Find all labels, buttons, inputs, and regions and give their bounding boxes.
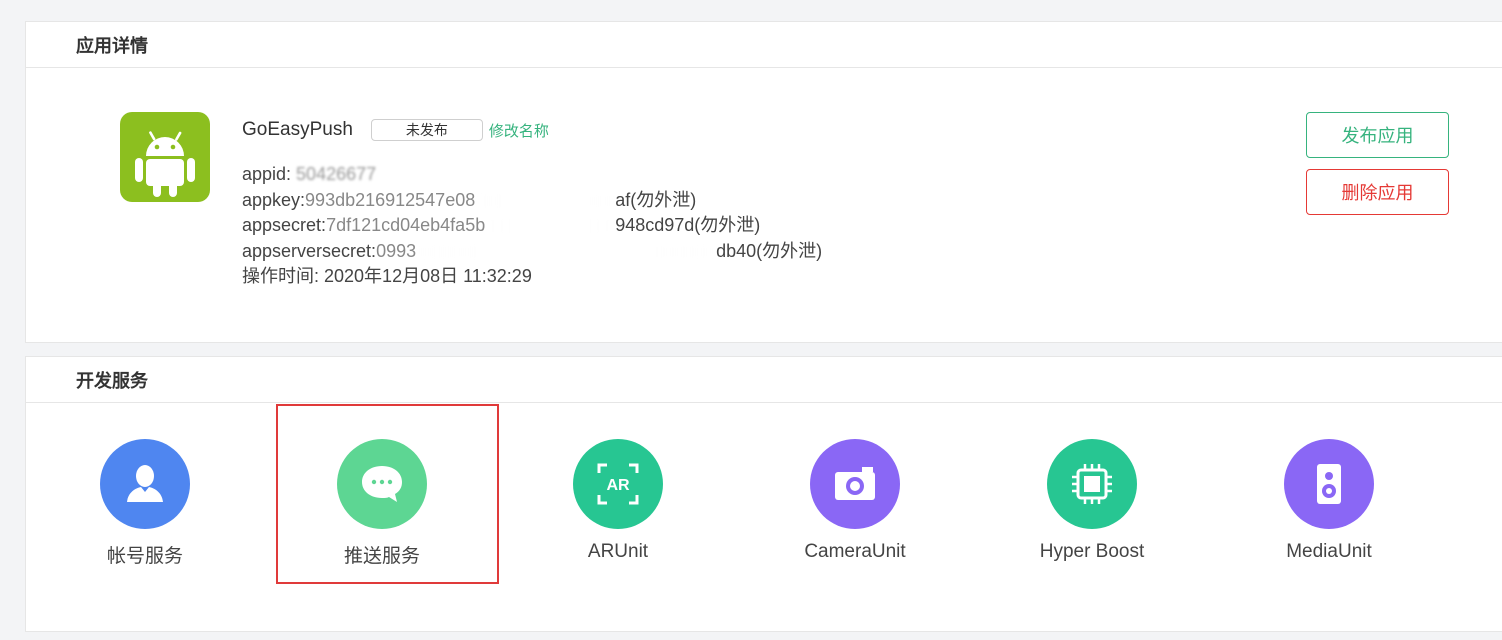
service-label: Hyper Boost (1039, 541, 1145, 562)
appsecret-label: appsecret: (242, 215, 327, 235)
appsecret-line: appsecret:7df121cd04eb4fa5b 948cd97d(勿外泄) (242, 213, 822, 239)
service-label: 推送服务 (343, 546, 420, 567)
appkey-label: appkey: (242, 189, 306, 210)
operation-time-line: 操作时间: 2020年12月08日 11:32:29 (242, 264, 822, 290)
appsecret-visible-end: 948cd97d (615, 215, 695, 235)
dev-services-panel: 开发服务 帐号服务 推送服务 AR ARUnit CameraUnit Hype… (25, 356, 1502, 632)
service-arunit[interactable]: AR ARUnit (528, 439, 708, 563)
operation-time-value: 2020年12月08日 11:32:29 (324, 266, 532, 286)
service-label: MediaUnit (1286, 541, 1372, 562)
appkey-visible-end: af (615, 189, 631, 210)
appsecret-redaction (485, 219, 616, 234)
service-label: 帐号服务 (106, 546, 183, 567)
appserversecret-line: appserversecret:0993 db40(勿外泄) (242, 239, 822, 265)
app-credentials: appid: 50426677 appkey:993db216912547e08… (242, 162, 822, 290)
android-app-icon (120, 112, 210, 202)
app-detail-title: 应用详情 (26, 22, 1502, 68)
appkey-visible-start: 993db216912547e08 (305, 189, 476, 210)
chat-bubble-icon (337, 439, 427, 529)
svg-text:AR: AR (606, 477, 630, 494)
service-mediaunit[interactable]: MediaUnit (1239, 439, 1419, 563)
appserversecret-redaction (416, 244, 717, 259)
chip-icon (1047, 439, 1137, 529)
service-push[interactable]: 推送服务 (292, 439, 472, 568)
service-label: CameraUnit (804, 541, 906, 562)
publish-app-button[interactable]: 发布应用 (1306, 112, 1449, 158)
appkey-warning: (勿外泄) (630, 189, 697, 210)
appkey-line: appkey:993db216912547e08 af(勿外泄) (242, 188, 822, 214)
delete-app-button[interactable]: 删除应用 (1306, 169, 1449, 215)
service-hyperboost[interactable]: Hyper Boost (1002, 439, 1182, 563)
dev-services-title: 开发服务 (26, 357, 1502, 403)
rename-link[interactable]: 修改名称 (489, 120, 549, 141)
app-detail-panel: 应用详情 GoEasyPush 未发布 修改名称 appid: 50426677 (25, 21, 1502, 343)
appkey-redaction (475, 193, 616, 208)
speaker-icon (1284, 439, 1374, 529)
appsecret-warning: (勿外泄) (694, 215, 761, 235)
appserversecret-visible-end: db40 (716, 240, 757, 261)
appid-value: 50426677 (296, 164, 377, 184)
appserversecret-label: appserversecret: (242, 240, 377, 261)
status-badge: 未发布 (370, 119, 483, 141)
ar-icon: AR (573, 439, 663, 529)
appsecret-visible-start: 7df121cd04eb4fa5b (326, 215, 486, 235)
operation-time-label: 操作时间: (242, 266, 325, 286)
service-cameraunit[interactable]: CameraUnit (765, 439, 945, 563)
user-icon (100, 439, 190, 529)
appserversecret-warning: (勿外泄) (756, 240, 823, 261)
app-name-row: GoEasyPush 未发布 修改名称 (242, 119, 549, 141)
appid-label: appid: (242, 164, 297, 184)
appid-line: appid: 50426677 (242, 162, 822, 188)
app-name: GoEasyPush (242, 119, 353, 140)
appserversecret-visible-start: 0993 (376, 240, 417, 261)
service-label: ARUnit (587, 541, 649, 562)
camera-icon (810, 439, 900, 529)
service-account[interactable]: 帐号服务 (55, 439, 235, 568)
